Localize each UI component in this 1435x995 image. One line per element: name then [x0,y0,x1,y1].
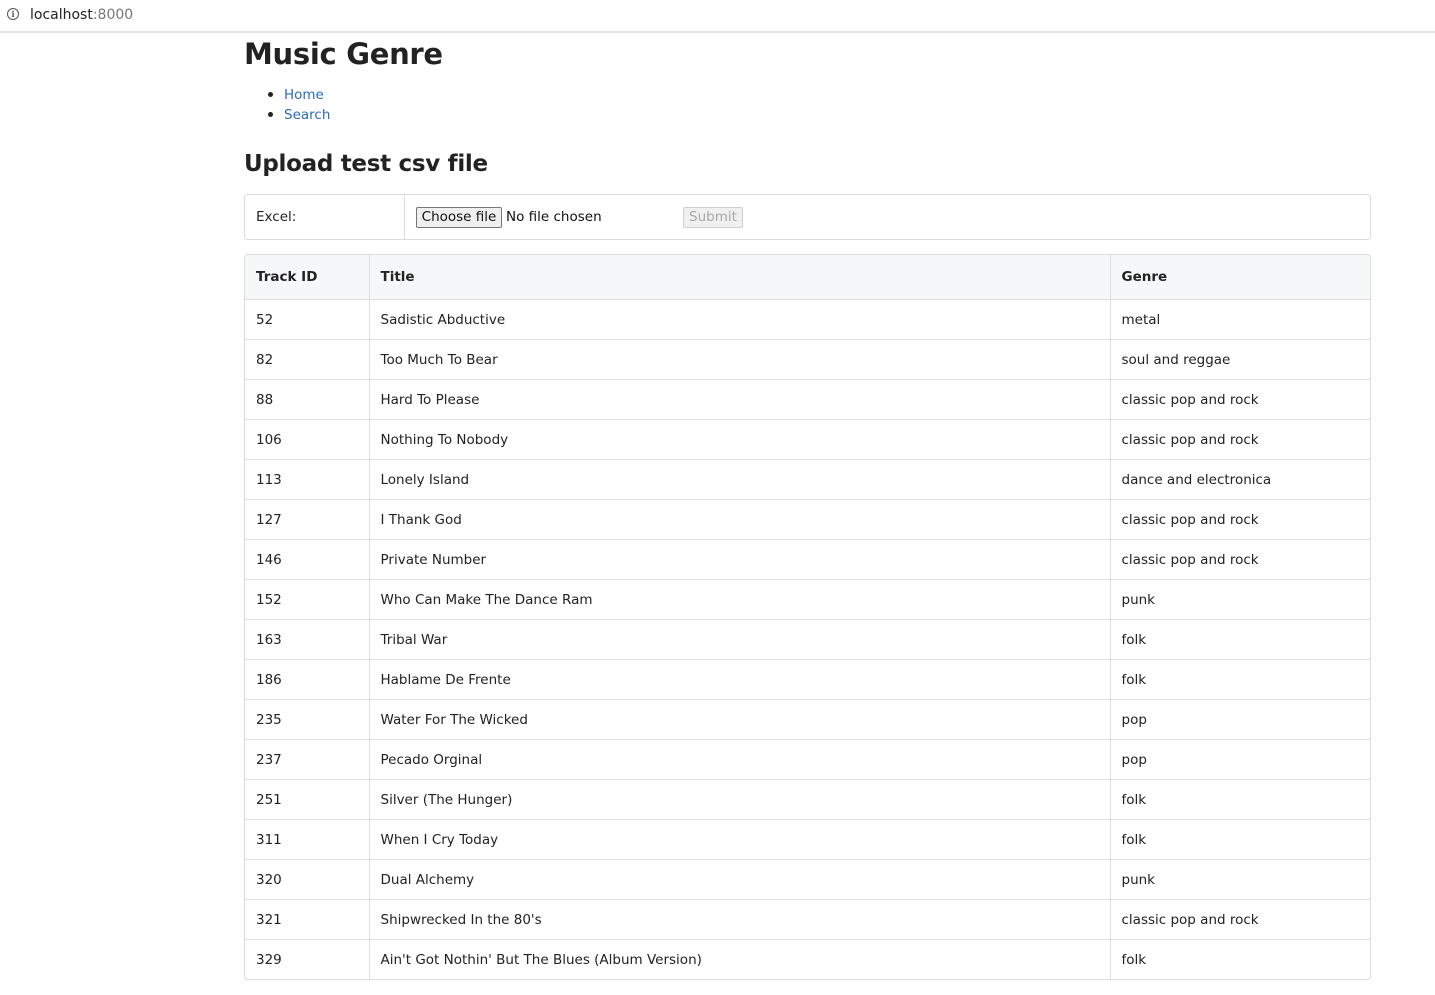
table-row: 82 Too Much To Bear soul and reggae [245,339,1370,380]
genre-cell: soul and reggae [1109,339,1370,380]
table-row: 251 Silver (The Hunger) folk [245,779,1370,820]
genre-cell: metal [1109,299,1370,340]
table-row: 163 Tribal War folk [245,619,1370,660]
table-row: 329 Ain't Got Nothin' But The Blues (Albu… [245,939,1370,979]
genre-cell: pop [1109,699,1370,740]
info-icon[interactable]: i [7,8,19,20]
genre-cell: pop [1109,739,1370,780]
track-id-cell: 127 [245,499,369,540]
track-id-cell: 311 [245,819,369,860]
title-cell: Nothing To Nobody [368,419,1110,460]
excel-label: Excel: [245,195,405,239]
home-link[interactable]: Home [284,87,324,103]
table-body: 52 Sadistic Abductive metal 82 Too Much To B… [245,299,1370,979]
genre-cell: punk [1109,579,1370,620]
table-row: 235 Water For The Wicked pop [245,699,1370,740]
genre-cell: classic pop and rock [1109,419,1370,460]
track-id-cell: 186 [245,659,369,700]
results-table-wrapper: Track ID Title Genre 52 Sadistic Abductiv… [244,254,1371,980]
track-id-cell: 163 [245,619,369,660]
title-cell: Tribal War [368,619,1110,660]
track-id-cell: 152 [245,579,369,620]
file-status-text: No file chosen [506,209,602,225]
title-cell: Hard To Please [368,379,1110,420]
genre-cell: folk [1109,819,1370,860]
genre-cell: folk [1109,619,1370,660]
track-id-cell: 251 [245,779,369,820]
title-cell: Lonely Island [368,459,1110,500]
table-row: 320 Dual Alchemy punk [245,859,1370,900]
results-table: Track ID Title Genre 52 Sadistic Abductiv… [245,255,1370,979]
genre-cell: classic pop and rock [1109,539,1370,580]
title-cell: Dual Alchemy [368,859,1110,900]
nav-list: Home Search [244,85,330,125]
upload-heading: Upload test csv file [244,151,488,177]
search-link[interactable]: Search [284,107,330,123]
title-cell: Pecado Orginal [368,739,1110,780]
track-id-cell: 88 [245,379,369,420]
title-cell: Hablame De Frente [368,659,1110,700]
column-header-genre: Genre [1109,255,1370,300]
genre-cell: folk [1109,779,1370,820]
title-cell: Private Number [368,539,1110,580]
address-bar[interactable]: i localhost:8000 [0,0,1435,33]
title-cell: I Thank God [368,499,1110,540]
track-id-cell: 113 [245,459,369,500]
title-cell: Shipwrecked In the 80's [368,899,1110,940]
title-cell: Sadistic Abductive [368,299,1110,340]
genre-cell: punk [1109,859,1370,900]
table-row: 88 Hard To Please classic pop and rock [245,379,1370,420]
page-title: Music Genre [244,37,443,71]
track-id-cell: 235 [245,699,369,740]
column-header-track-id: Track ID [245,255,369,300]
table-row: 52 Sadistic Abductive metal [245,299,1370,340]
nav-item-home: Home [244,85,330,105]
upload-form: Excel: Choose file No file chosen Submit [244,194,1371,240]
genre-cell: folk [1109,939,1370,979]
table-row: 146 Private Number classic pop and rock [245,539,1370,580]
track-id-cell: 146 [245,539,369,580]
column-header-title: Title [368,255,1110,300]
table-row: 186 Hablame De Frente folk [245,659,1370,700]
track-id-cell: 82 [245,339,369,380]
url-host: localhost [30,7,93,23]
track-id-cell: 106 [245,419,369,460]
title-cell: Too Much To Bear [368,339,1110,380]
table-row: 113 Lonely Island dance and electronica [245,459,1370,500]
track-id-cell: 52 [256,311,274,328]
title-cell: Water For The Wicked [368,699,1110,740]
url-port: :8000 [92,7,134,23]
submit-button[interactable]: Submit [683,207,743,228]
table-row: 152 Who Can Make The Dance Ram punk [245,579,1370,620]
genre-cell: classic pop and rock [1109,499,1370,540]
track-id-cell: 321 [245,899,369,940]
title-cell: Who Can Make The Dance Ram [368,579,1110,620]
table-header-row: Track ID Title Genre [245,255,1370,300]
genre-cell: folk [1109,659,1370,700]
title-cell: When I Cry Today [368,819,1110,860]
title-cell: Silver (The Hunger) [368,779,1110,820]
title-cell: Ain't Got Nothin' But The Blues (Album V… [368,939,1110,979]
table-row: 127 I Thank God classic pop and rock [245,499,1370,540]
track-id-cell: 237 [245,739,369,780]
genre-cell: dance and electronica [1109,459,1370,500]
track-id-cell: 320 [245,859,369,900]
track-id-cell: 329 [245,939,369,979]
genre-cell: classic pop and rock [1109,379,1370,420]
choose-file-button[interactable]: Choose file [416,207,502,228]
nav-item-search: Search [244,105,330,125]
table-row: 106 Nothing To Nobody classic pop and rock [245,419,1370,460]
genre-cell: classic pop and rock [1109,899,1370,940]
table-row: 321 Shipwrecked In the 80's classic pop an… [245,899,1370,940]
url-text[interactable]: localhost:8000 [30,6,133,24]
table-row: 311 When I Cry Today folk [245,819,1370,860]
table-row: 237 Pecado Orginal pop [245,739,1370,780]
